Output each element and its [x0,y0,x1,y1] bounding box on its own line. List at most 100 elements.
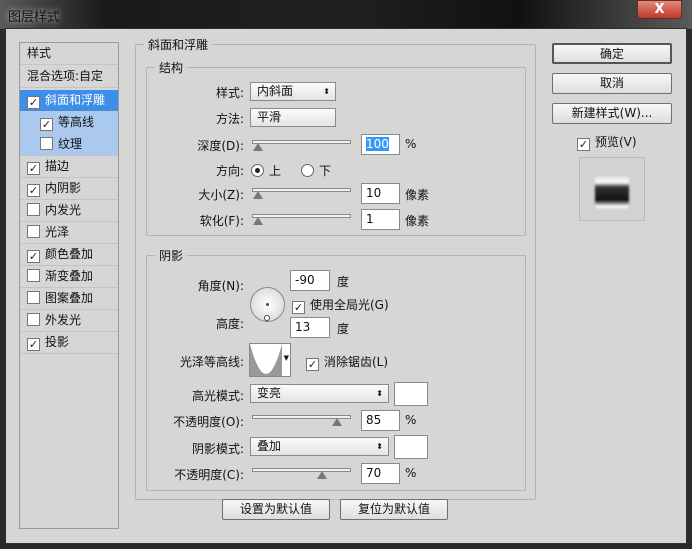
new-style-button[interactable]: 新建样式(W)... [552,103,672,124]
checkbox-checked-icon[interactable]: ✓ [27,162,40,175]
highlight-opacity-slider[interactable] [252,415,351,426]
style-item-label: 描边 [45,159,70,173]
angle-input[interactable]: -90 [290,270,330,291]
direction-down-label: 下 [319,164,332,178]
blending-options[interactable]: 混合选项:自定 [20,66,118,88]
checkbox-checked-icon[interactable]: ✓ [40,118,53,131]
style-item-label: 内阴影 [45,181,82,195]
soften-label: 软化(F): [199,214,244,228]
shadow-opacity-thumb[interactable] [317,471,327,479]
close-button[interactable]: X [637,0,682,19]
checkbox-checked-icon[interactable]: ✓ [27,184,40,197]
soften-unit: 像素 [405,214,430,228]
chevron-down-icon: ▼ [283,354,289,362]
checkbox-checked-icon[interactable]: ✓ [27,250,40,263]
depth-label: 深度(D): [197,139,244,153]
preview-checkbox[interactable]: ✓ 预览(V) [577,133,637,151]
checkbox-unchecked-icon[interactable] [27,225,40,238]
method-select[interactable]: 平滑 [250,108,336,127]
shadow-opacity-input[interactable]: 70 [361,463,400,484]
style-item[interactable]: 外发光 [20,310,118,332]
highlight-color-swatch[interactable] [394,382,428,406]
radio-on-icon [251,164,264,177]
soften-input[interactable]: 1 [361,209,400,230]
checkbox-checked-icon[interactable]: ✓ [27,96,40,109]
cancel-button[interactable]: 取消 [552,73,672,94]
highlight-mode-label: 高光模式: [191,389,244,403]
depth-slider-thumb[interactable] [253,143,263,151]
altitude-input[interactable]: 13 [290,317,330,338]
checkbox-unchecked-icon[interactable] [27,313,40,326]
preview-swatch [595,176,629,208]
checkbox-unchecked-icon[interactable] [40,137,53,150]
ok-button[interactable]: 确定 [552,43,672,64]
soften-slider-thumb[interactable] [253,217,263,225]
global-light-checkbox[interactable]: ✓ 使用全局光(G) [292,296,389,314]
size-input[interactable]: 10 [361,183,400,204]
shadow-color-swatch[interactable] [394,435,428,459]
size-unit: 像素 [405,188,430,202]
soften-slider[interactable] [252,214,351,225]
style-item[interactable]: ✓ 投影 [20,332,118,354]
shadow-opacity-slider[interactable] [252,468,351,479]
style-item-label: 光泽 [45,225,70,239]
chevron-updown-icon: ⬍ [376,442,383,451]
direction-label: 方向: [215,164,244,178]
chevron-updown-icon: ⬍ [376,389,383,398]
style-item[interactable]: 图案叠加 [20,288,118,310]
style-item[interactable]: ✓ 斜面和浮雕 [20,90,118,112]
altitude-label: 高度: [215,317,244,331]
global-light-label: 使用全局光(G) [310,298,389,312]
altitude-unit: 度 [337,322,350,336]
dial-center-icon [266,303,269,306]
style-label: 样式: [215,86,244,100]
checkbox-checked-icon[interactable]: ✓ [27,338,40,351]
chevron-down-icon: ⬍ [323,87,330,96]
direction-up-label: 上 [269,164,282,178]
style-item[interactable]: ✓ 等高线 [20,112,118,134]
shadow-mode-label: 阴影模式: [191,442,244,456]
angle-dial[interactable] [250,287,285,322]
style-item[interactable]: 光泽 [20,222,118,244]
shadow-mode-select[interactable]: 叠加 ⬍ [250,437,389,456]
style-value: 内斜面 [257,84,294,98]
direction-down-radio[interactable]: 下 [301,162,331,179]
styles-header[interactable]: 样式 [20,43,118,65]
depth-value: 100 [366,137,389,151]
gloss-contour-picker[interactable]: ▼ [249,343,291,377]
checkbox-unchecked-icon[interactable] [27,291,40,304]
preview-label: 预览(V) [595,135,637,149]
make-default-button[interactable]: 设置为默认值 [222,499,330,520]
antialias-checkbox[interactable]: ✓ 消除锯齿(L) [306,353,388,371]
size-slider[interactable] [252,188,351,199]
window-title: 图层样式 [8,10,61,25]
reset-default-button[interactable]: 复位为默认值 [340,499,448,520]
depth-unit: % [405,137,417,151]
style-select[interactable]: 内斜面 ⬍ [250,82,336,101]
size-label: 大小(Z): [198,188,244,202]
shadow-mode-value: 叠加 [257,439,282,453]
method-value: 平滑 [257,110,282,124]
highlight-opacity-input[interactable]: 85 [361,410,400,431]
style-item[interactable]: 纹理 [20,134,118,156]
style-item[interactable]: 内发光 [20,200,118,222]
style-item[interactable]: ✓ 描边 [20,156,118,178]
style-item[interactable]: 渐变叠加 [20,266,118,288]
shadow-opacity-label: 不透明度(C): [174,468,244,482]
highlight-opacity-thumb[interactable] [332,418,342,426]
size-slider-thumb[interactable] [253,191,263,199]
style-item-label: 投影 [45,335,70,349]
depth-slider[interactable] [252,140,351,151]
direction-up-radio[interactable]: 上 [251,162,281,179]
checkbox-unchecked-icon[interactable] [27,203,40,216]
style-item[interactable]: ✓ 颜色叠加 [20,244,118,266]
style-item-label: 图案叠加 [45,291,94,305]
dial-handle-icon[interactable] [264,315,270,321]
antialias-label: 消除锯齿(L) [324,355,389,369]
checkbox-unchecked-icon[interactable] [27,269,40,282]
highlight-mode-select[interactable]: 变亮 ⬍ [250,384,389,403]
contour-icon [250,344,282,376]
style-item-label: 内发光 [45,203,82,217]
depth-input[interactable]: 100 [361,134,400,155]
style-item[interactable]: ✓ 内阴影 [20,178,118,200]
